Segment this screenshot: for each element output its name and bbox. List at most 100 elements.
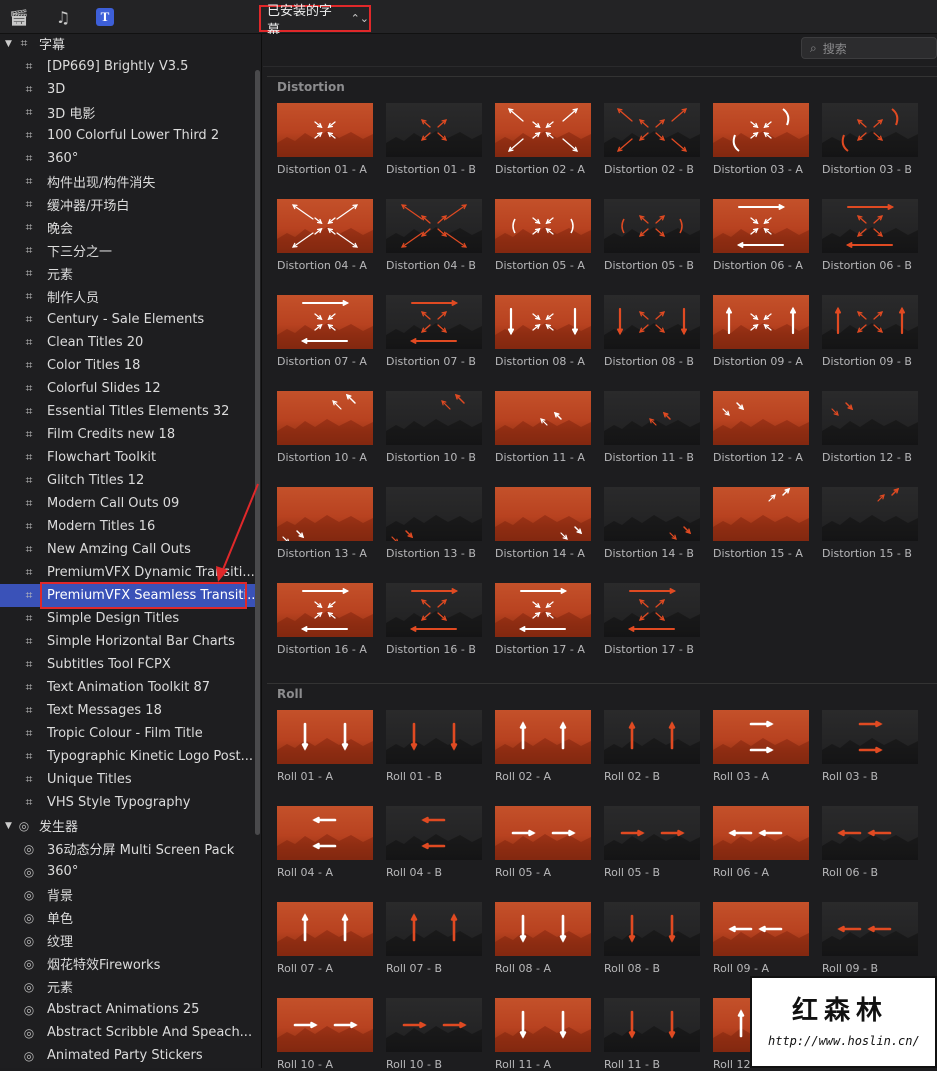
sidebar-item[interactable]: ⌗ 3D 电影 (0, 101, 256, 124)
sidebar-item[interactable]: ⌗ 制作人员 (0, 285, 256, 308)
clip-thumbnail[interactable] (713, 103, 809, 157)
search-input[interactable]: ⌕ 搜索 (801, 37, 937, 59)
sidebar-item[interactable]: ◎ 360° (0, 860, 256, 883)
sidebar-item[interactable]: ⌗ Simple Design Titles (0, 607, 256, 630)
clip-thumbnail[interactable] (277, 103, 373, 157)
clip-thumbnail[interactable] (277, 710, 373, 764)
clip-thumbnail[interactable] (277, 998, 373, 1052)
sidebar-item[interactable]: ◎ Animated Party Stickers (0, 1044, 256, 1067)
clip-thumbnail[interactable] (822, 487, 918, 541)
clip-thumbnail[interactable] (495, 806, 591, 860)
clip-thumbnail[interactable] (604, 902, 700, 956)
sidebar-item[interactable]: ⌗ Simple Horizontal Bar Charts (0, 630, 256, 653)
clip-thumbnail[interactable] (822, 295, 918, 349)
titles-icon[interactable]: T (94, 6, 116, 28)
disclosure-triangle-icon[interactable]: ▼ (5, 821, 12, 831)
clip-thumbnail[interactable] (604, 199, 700, 253)
sidebar-item[interactable]: ◎ Abstract Scribble And Speach... (0, 1021, 256, 1044)
sidebar-item[interactable]: ⌗ Essential Titles Elements 32 (0, 400, 256, 423)
clip-thumbnail[interactable] (386, 998, 482, 1052)
sidebar-category[interactable]: ▼ ◎ 发生器 (0, 814, 256, 837)
clip-thumbnail[interactable] (495, 487, 591, 541)
sidebar-item[interactable]: ⌗ 3D (0, 78, 256, 101)
clip-thumbnail[interactable] (386, 487, 482, 541)
sidebar-item[interactable]: ⌗ 360° (0, 147, 256, 170)
clip-thumbnail[interactable] (822, 806, 918, 860)
sidebar-item[interactable]: ⌗ 缓冲器/开场白 (0, 193, 256, 216)
clip-thumbnail[interactable] (386, 295, 482, 349)
clip-thumbnail[interactable] (277, 583, 373, 637)
sidebar-category[interactable]: ▼ ⌗ 字幕 (0, 34, 256, 55)
clip-thumbnail[interactable] (495, 199, 591, 253)
sidebar-item[interactable]: ⌗ Text Animation Toolkit 87 (0, 676, 256, 699)
clip-thumbnail[interactable] (713, 902, 809, 956)
sidebar-item[interactable]: ◎ 元素 (0, 975, 256, 998)
clip-thumbnail[interactable] (495, 710, 591, 764)
music-icon[interactable]: ♫ (52, 6, 74, 28)
sidebar-item[interactable]: ⌗ 构件出现/构件消失 (0, 170, 256, 193)
sidebar-item[interactable]: ⌗ Century - Sale Elements (0, 308, 256, 331)
clip-thumbnail[interactable] (713, 391, 809, 445)
clip-thumbnail[interactable] (277, 199, 373, 253)
clip-thumbnail[interactable] (604, 295, 700, 349)
clip-thumbnail[interactable] (713, 295, 809, 349)
clip-thumbnail[interactable] (277, 487, 373, 541)
sidebar-item[interactable]: ⌗ Color Titles 18 (0, 354, 256, 377)
sidebar-item[interactable]: ⌗ 晚会 (0, 216, 256, 239)
clip-thumbnail[interactable] (277, 391, 373, 445)
sidebar-item[interactable]: ⌗ [DP669] Brightly V3.5 (0, 55, 256, 78)
disclosure-triangle-icon[interactable]: ▼ (5, 39, 12, 49)
clip-thumbnail[interactable] (822, 199, 918, 253)
clip-thumbnail[interactable] (495, 583, 591, 637)
sidebar-item[interactable]: ◎ 背景 (0, 883, 256, 906)
clip-thumbnail[interactable] (495, 391, 591, 445)
sidebar-item[interactable]: ⌗ Clean Titles 20 (0, 331, 256, 354)
clip-thumbnail[interactable] (386, 391, 482, 445)
sidebar-item[interactable]: ◎ Abstract Animations 25 (0, 998, 256, 1021)
clip-thumbnail[interactable] (713, 710, 809, 764)
sidebar-item[interactable]: ⌗ 下三分之一 (0, 239, 256, 262)
clip-thumbnail[interactable] (604, 998, 700, 1052)
clip-thumbnail[interactable] (713, 806, 809, 860)
clip-thumbnail[interactable] (604, 103, 700, 157)
installed-titles-dropdown[interactable]: 已安装的字幕 ⌃⌄ (259, 4, 371, 38)
clip-thumbnail[interactable] (822, 391, 918, 445)
sidebar-item[interactable]: ⌗ Unique Titles (0, 768, 256, 791)
clip-thumbnail[interactable] (604, 487, 700, 541)
clip-thumbnail[interactable] (604, 710, 700, 764)
sidebar-item[interactable]: ◎ 单色 (0, 906, 256, 929)
sidebar-item[interactable]: ⌗ Text Messages 18 (0, 699, 256, 722)
sidebar-item[interactable]: ⌗ VHS Style Typography (0, 791, 256, 814)
clip-thumbnail[interactable] (604, 583, 700, 637)
clip-thumbnail[interactable] (386, 583, 482, 637)
clip-thumbnail[interactable] (822, 710, 918, 764)
clip-thumbnail[interactable] (822, 902, 918, 956)
clip-thumbnail[interactable] (495, 295, 591, 349)
clip-thumbnail[interactable] (386, 199, 482, 253)
clip-thumbnail[interactable] (713, 199, 809, 253)
sidebar-item[interactable]: ⌗ 元素 (0, 262, 256, 285)
clip-thumbnail[interactable] (386, 806, 482, 860)
clip-thumbnail[interactable] (277, 295, 373, 349)
clip-thumbnail[interactable] (604, 391, 700, 445)
clip-thumbnail[interactable] (277, 806, 373, 860)
clip-thumbnail[interactable] (386, 710, 482, 764)
sidebar-scrollbar[interactable] (255, 70, 260, 835)
clip-thumbnail[interactable] (386, 902, 482, 956)
sidebar-item[interactable]: ⌗ Subtitles Tool FCPX (0, 653, 256, 676)
clip-thumbnail[interactable] (822, 103, 918, 157)
sidebar-item[interactable]: ⌗ Flowchart Toolkit (0, 446, 256, 469)
sidebar-item[interactable]: ⌗ Colorful Slides 12 (0, 377, 256, 400)
clapper-icon[interactable]: 🎬︎ (8, 6, 30, 28)
clip-thumbnail[interactable] (604, 806, 700, 860)
clip-thumbnail[interactable] (277, 902, 373, 956)
clip-thumbnail[interactable] (495, 902, 591, 956)
sidebar-item[interactable]: ⌗ Tropic Colour - Film Title (0, 722, 256, 745)
sidebar-item[interactable]: ◎ 纹理 (0, 929, 256, 952)
clip-thumbnail[interactable] (495, 103, 591, 157)
clip-thumbnail[interactable] (386, 103, 482, 157)
clip-thumbnail[interactable] (495, 998, 591, 1052)
sidebar-item[interactable]: ⌗ 100 Colorful Lower Third 2 (0, 124, 256, 147)
sidebar-item[interactable]: ◎ 烟花特效Fireworks (0, 952, 256, 975)
sidebar-item[interactable]: ⌗ Film Credits new 18 (0, 423, 256, 446)
